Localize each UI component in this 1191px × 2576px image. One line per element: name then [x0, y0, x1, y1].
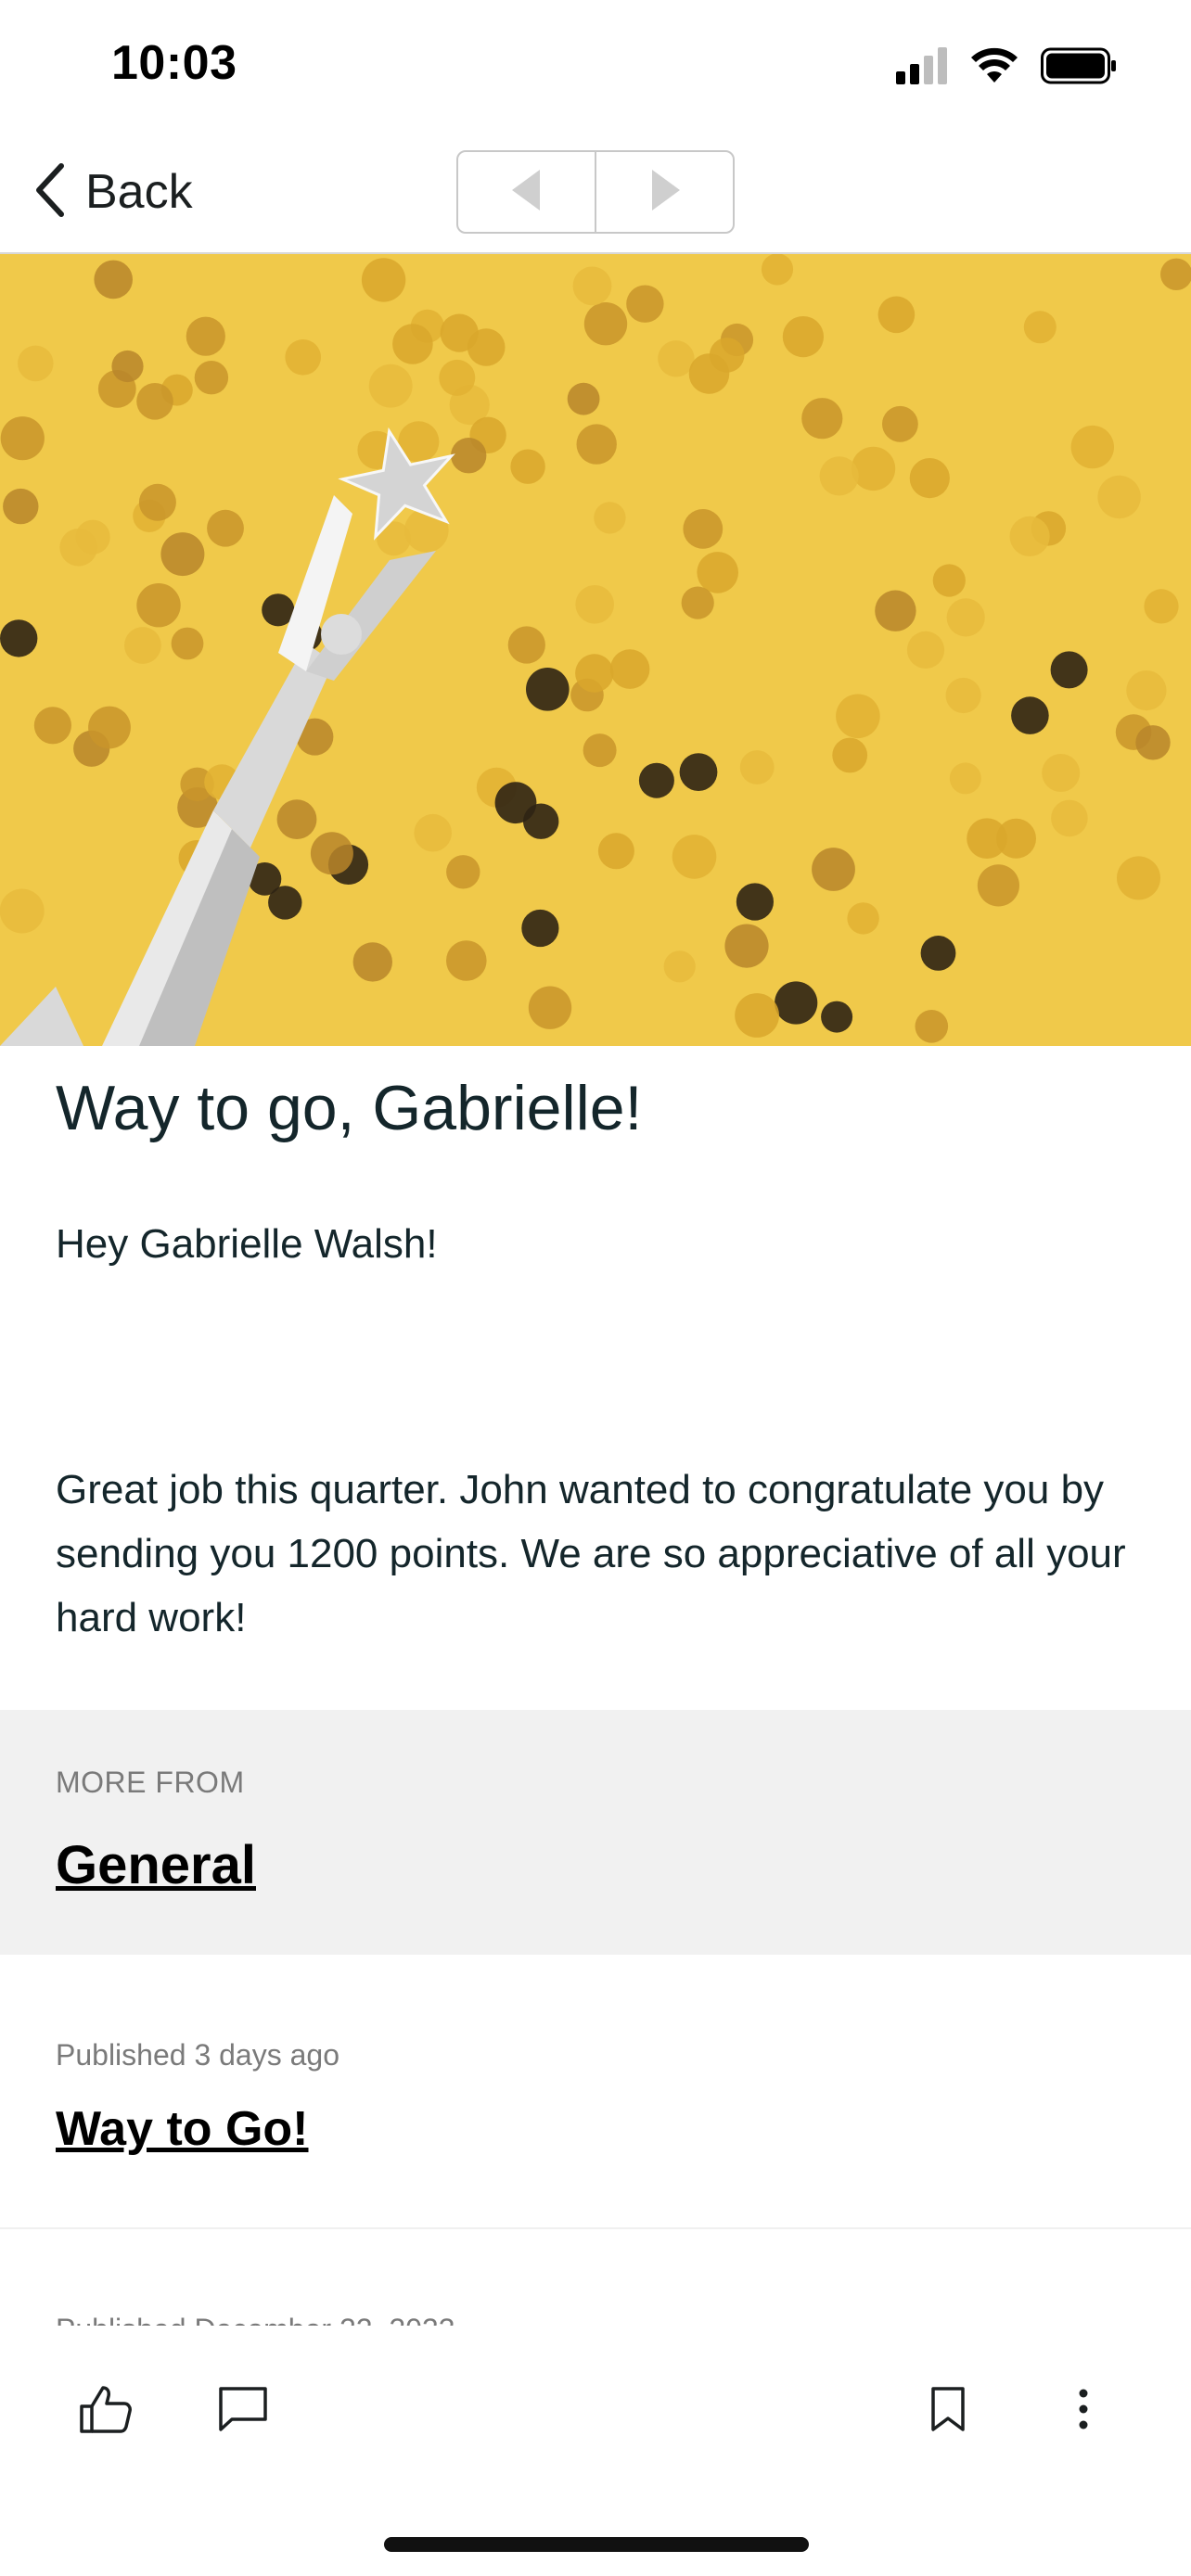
- thumbs-up-icon: [79, 2384, 133, 2439]
- list-item[interactable]: Published 3 days ago Way to Go!: [0, 1955, 1191, 2229]
- trophy-confetti-image: [0, 254, 1191, 1046]
- bookmark-button[interactable]: [911, 2374, 985, 2448]
- comment-button[interactable]: [206, 2374, 280, 2448]
- comment-icon: [218, 2386, 268, 2437]
- status-bar: 10:03: [0, 0, 1191, 130]
- article: Way to go, Gabrielle! Hey Gabrielle Wals…: [56, 1066, 1141, 1650]
- hero-image: [0, 254, 1191, 1046]
- status-time: 10:03: [111, 36, 237, 90]
- related-articles-list: Published 3 days ago Way to Go! Publishe…: [0, 1955, 1191, 2340]
- published-date: Published 3 days ago: [56, 2038, 339, 2072]
- wifi-icon: [970, 47, 1018, 89]
- previous-article-button[interactable]: [458, 152, 595, 232]
- previous-arrow-icon: [510, 168, 544, 217]
- like-button[interactable]: [69, 2374, 143, 2448]
- article-pager: [456, 150, 735, 234]
- status-icons: [896, 46, 1117, 89]
- channel-link[interactable]: General: [56, 1834, 256, 1896]
- bookmark-icon: [929, 2386, 967, 2437]
- more-vertical-icon: [1077, 2389, 1090, 2434]
- home-indicator[interactable]: [384, 2537, 809, 2552]
- next-article-button[interactable]: [595, 152, 733, 232]
- more-from-label: MORE FROM: [56, 1766, 245, 1799]
- article-greeting: Hey Gabrielle Walsh!: [56, 1221, 438, 1267]
- more-from-section: MORE FROM General: [0, 1710, 1191, 1955]
- list-item[interactable]: Published December 22, 2023: [0, 2229, 1191, 2340]
- next-arrow-icon: [648, 168, 682, 217]
- article-body: Great job this quarter. John wanted to c…: [56, 1467, 1126, 1640]
- back-label: Back: [85, 165, 193, 219]
- back-button[interactable]: Back: [32, 158, 193, 226]
- battery-icon: [1041, 47, 1117, 89]
- more-options-button[interactable]: [1046, 2374, 1121, 2448]
- chevron-left-icon: [32, 162, 69, 223]
- related-article-link[interactable]: Way to Go!: [56, 2101, 309, 2157]
- nav-bar: Back: [0, 130, 1191, 254]
- cellular-signal-icon: [896, 46, 948, 89]
- article-title: Way to go, Gabrielle!: [56, 1073, 643, 1143]
